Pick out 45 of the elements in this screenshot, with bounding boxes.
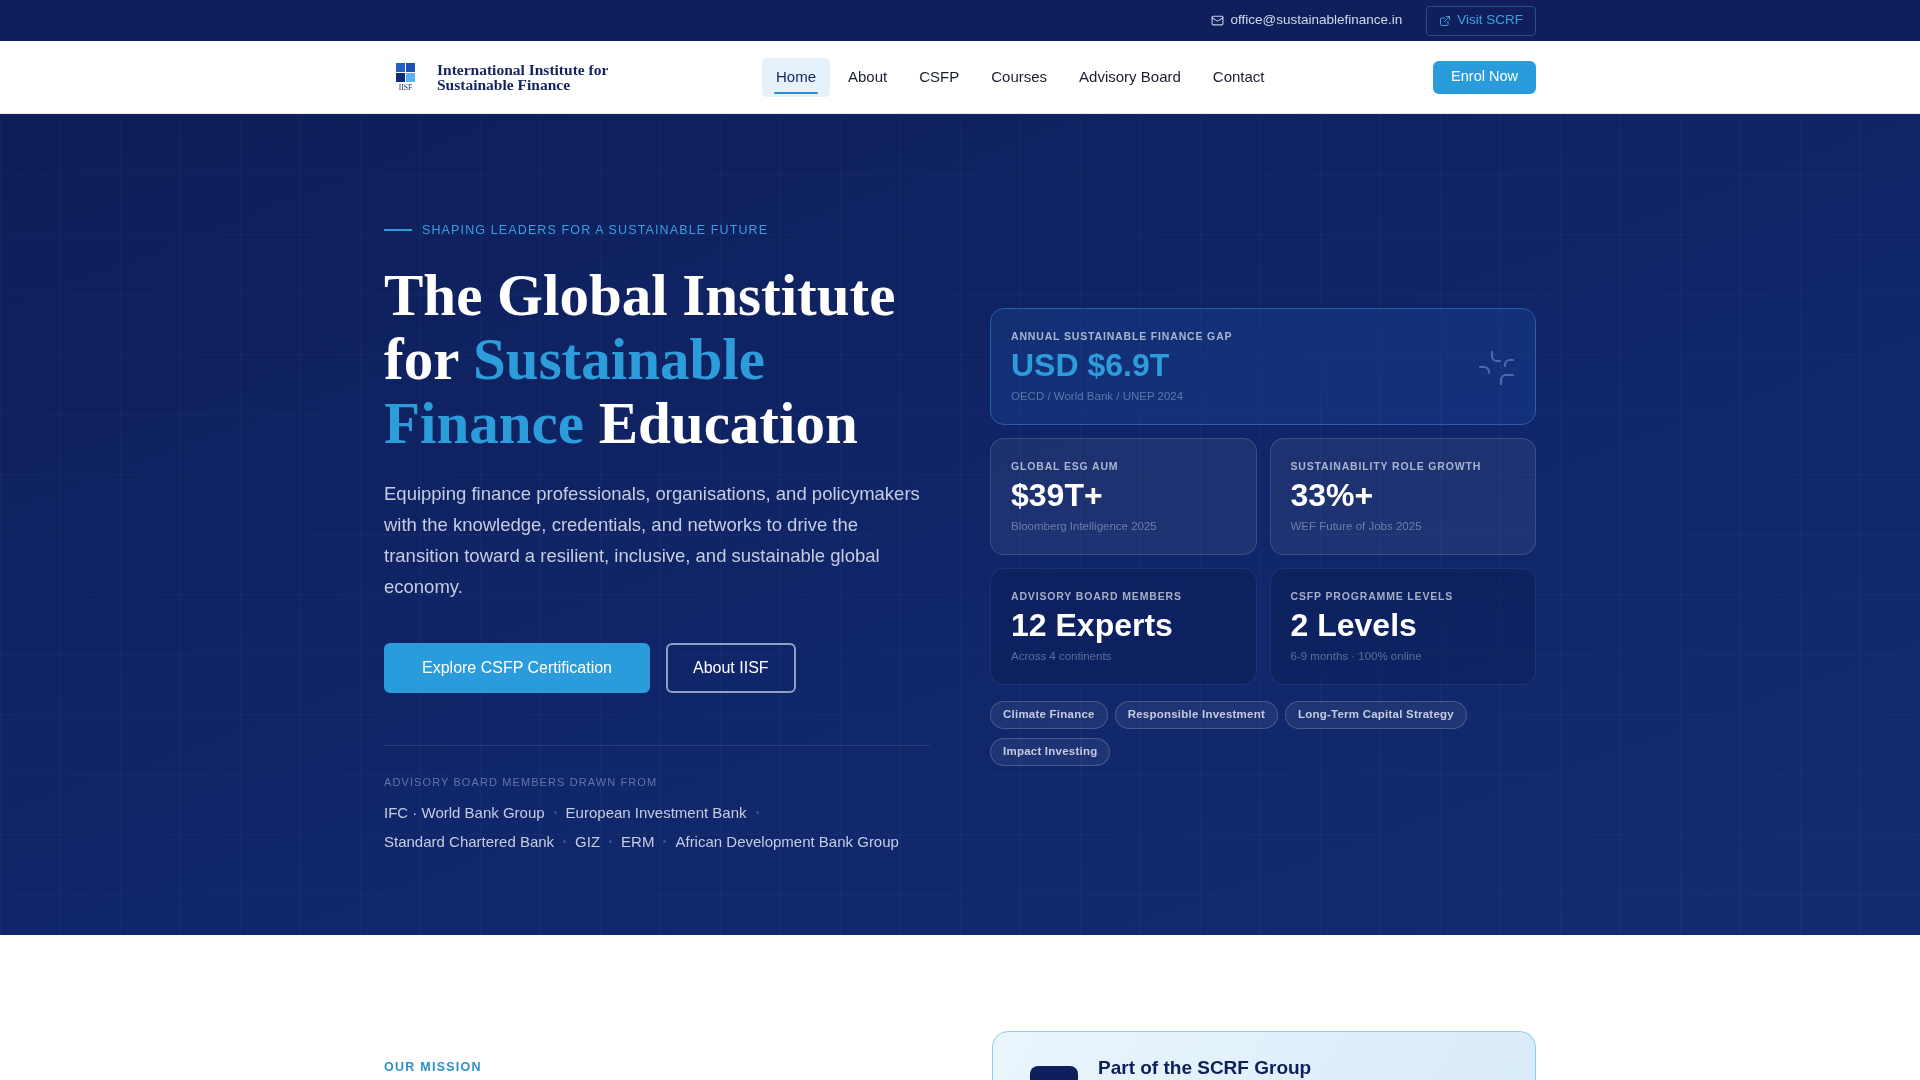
stat-value: 12 Experts [1011,605,1173,645]
topic-tag: Long-Term Capital Strategy [1285,700,1467,729]
topic-tag: Impact Investing [990,737,1111,766]
stat-label: GLOBAL ESG AUM [1011,458,1119,474]
group-card-title: Part of the SCRF Group [1098,1057,1312,1079]
curved-lines-icon [1479,350,1515,385]
stat-value: $39T+ [1011,475,1103,515]
stat-source: Across 4 continents [1011,648,1112,664]
mission-eyebrow: OUR MISSION [384,1059,482,1075]
organisation-name: ERM [621,831,655,852]
stat-source: Bloomberg Intelligence 2025 [1011,518,1157,534]
advisory-label: ADVISORY BOARD MEMBERS DRAWN FROM [384,775,658,790]
nav-link[interactable]: Courses [977,57,1062,97]
nav-link[interactable]: Home [762,57,830,97]
stat-value: USD $6.9T [1011,345,1170,385]
topic-tag: Climate Finance [990,700,1108,729]
topic-tag: Responsible Investment [1114,700,1278,729]
hero-description: Equipping finance professionals, organisations, and policymakers with the knowledge, credentials, and networks to drive the transition toward a resilient, inclusive, and sustainable global economy. [384,482,921,599]
stat-label: CSFP PROGRAMME LEVELS [1290,588,1454,604]
organisation-name: Standard Chartered Bank [384,831,555,852]
stat-label: SUSTAINABILITY ROLE GROWTH [1290,458,1482,474]
organisation-name: European Investment Bank [565,802,747,823]
organisation-name: GIZ [575,831,601,852]
nav-link[interactable]: CSFP [905,57,974,97]
institute-name[interactable]: International Institute for Sustainable Finance [437,62,609,92]
about-button[interactable]: About IISF [666,643,796,693]
nav-link[interactable]: Contact [1198,57,1279,97]
nav-link[interactable]: About [834,57,902,97]
external-link-icon [1439,14,1452,27]
hero-eyebrow: SHAPING LEADERS FOR A SUSTAINABLE FUTURE [422,221,769,239]
stat-source: WEF Future of Jobs 2025 [1290,518,1422,534]
nav-link[interactable]: Advisory Board [1065,57,1195,97]
visit-scrf-button[interactable]: Visit SCRF [1426,5,1536,36]
hero-headline: The Global Institute for Sustainable Finance Education [384,263,897,455]
organisation-name: African Development Bank Group [675,831,899,852]
contact-email[interactable]: office@sustainablefinance.in [1230,10,1403,31]
stat-label: ADVISORY BOARD MEMBERS [1011,588,1182,604]
mail-icon [1211,14,1225,27]
stat-source: 6-9 months · 100% online [1290,648,1422,664]
organisation-name: IFC · World Bank Group [384,802,545,823]
logo-squares-icon [396,62,415,82]
stat-value: 33%+ [1290,475,1374,515]
stat-source: OECD / World Bank / UNEP 2024 [1011,388,1184,404]
stat-value: 2 Levels [1290,605,1417,645]
stat-label: ANNUAL SUSTAINABLE FINANCE GAP [1011,328,1233,344]
